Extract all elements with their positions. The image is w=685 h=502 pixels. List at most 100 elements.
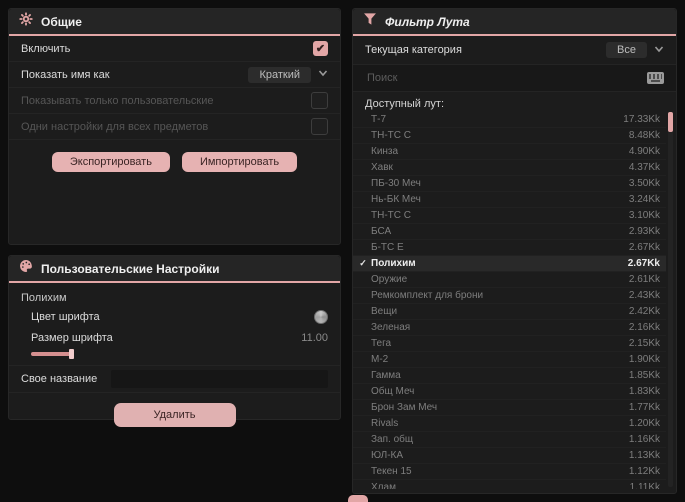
selected-check-icon: ✓ — [359, 258, 367, 268]
loot-row[interactable]: ✓ Кинза 4.90Kk — [353, 144, 666, 160]
only-custom-checkbox[interactable] — [311, 92, 328, 109]
loot-item-name: Кинза — [371, 146, 399, 157]
available-loot-label: Доступный лут: — [365, 98, 445, 110]
loot-item-name: Т-7 — [371, 114, 386, 125]
loot-item-name: Зеленая — [371, 322, 411, 333]
loot-list-scrollbar[interactable] — [668, 112, 673, 487]
export-button[interactable]: Экспортировать — [51, 151, 170, 172]
loot-row[interactable]: ✓ Вещи 2.42Kk — [353, 304, 666, 320]
loot-item-name: Оружие — [371, 274, 408, 285]
custom-settings-header: Пользовательские Настройки — [9, 256, 340, 283]
loot-row[interactable]: ✓ Зап. общ 1.16Kk — [353, 432, 666, 448]
export-import-row: Экспортировать Импортировать — [9, 140, 340, 183]
loot-item-value: 1.12Kk — [628, 466, 660, 477]
name-mode-value[interactable]: Краткий — [248, 66, 311, 83]
loot-item-value: 2.61Kk — [628, 274, 660, 285]
loot-item-value: 3.50Kk — [628, 178, 660, 189]
loot-item-value: 1.90Kk — [628, 354, 660, 365]
loot-item-name: ТН-ТС С — [371, 210, 411, 221]
same-settings-label: Одни настройки для всех предметов — [21, 120, 209, 133]
keyboard-icon[interactable] — [647, 72, 664, 84]
loot-list: ✓ Т-7 17.33Kk ✓ ТН-ТС С 8.48Kk ✓ Кинза 4… — [353, 112, 666, 489]
loot-row[interactable]: ✓ ТН-ТС С 8.48Kk — [353, 128, 666, 144]
search-input[interactable] — [365, 71, 647, 85]
loot-row[interactable]: ✓ ТН-ТС С 3.10Kk — [353, 208, 666, 224]
funnel-icon — [363, 12, 377, 31]
enable-label: Включить — [21, 42, 71, 55]
enable-checkbox[interactable]: ✔ — [313, 41, 328, 56]
search-row — [353, 65, 676, 92]
loot-item-value: 1.13Kk — [628, 450, 660, 461]
loot-item-value: 2.93Kk — [628, 226, 660, 237]
chevron-down-icon — [654, 44, 664, 57]
same-settings-checkbox[interactable] — [311, 118, 328, 135]
loot-row[interactable]: ✓ Т-7 17.33Kk — [353, 112, 666, 128]
loot-item-value: 3.10Kk — [628, 210, 660, 221]
scrollbar-thumb[interactable] — [668, 112, 673, 132]
loot-item-name: Брон Зам Меч — [371, 402, 438, 413]
category-value[interactable]: Все — [606, 42, 647, 58]
loot-row[interactable]: ✓ Тега 2.15Kk — [353, 336, 666, 352]
custom-settings-title: Пользовательские Настройки — [41, 261, 220, 276]
loot-item-name: Rivals — [371, 418, 399, 429]
loot-row[interactable]: ✓ Полихим 2.67Kk — [353, 256, 666, 272]
loot-row[interactable]: ✓ Хавк 4.37Kk — [353, 160, 666, 176]
loot-item-value: 2.16Kk — [628, 322, 660, 333]
loot-row[interactable]: ✓ Ремкомплект для брони 2.43Kk — [353, 288, 666, 304]
loot-row[interactable]: ✓ Rivals 1.20Kk — [353, 416, 666, 432]
loot-item-name: Б-ТС Е — [371, 242, 404, 253]
loot-row[interactable]: ✓ Текен 15 1.12Kk — [353, 464, 666, 480]
general-panel-header: Общие — [9, 9, 340, 36]
custom-name-label: Свое название — [21, 373, 98, 385]
loot-item-name: ПБ-30 Меч — [371, 178, 421, 189]
loot-item-value: 8.48Kk — [628, 130, 660, 141]
loot-row[interactable]: ✓ Оружие 2.61Kk — [353, 272, 666, 288]
loot-item-name: Полихим — [371, 258, 416, 269]
loot-item-value: 1.77Kk — [628, 402, 660, 413]
loot-filter-title: Фильтр Лута — [385, 14, 470, 29]
custom-name-input[interactable] — [111, 370, 328, 388]
loot-item-name: М-2 — [371, 354, 389, 365]
loot-row[interactable]: ✓ М-2 1.90Kk — [353, 352, 666, 368]
loot-item-value: 1.11Kk — [629, 482, 660, 489]
same-settings-row: Одни настройки для всех предметов — [9, 114, 340, 140]
loot-row[interactable]: ✓ Хлам 1.11Kk — [353, 480, 666, 489]
custom-settings-panel: Пользовательские Настройки Полихим Цвет … — [8, 255, 341, 427]
name-mode-select[interactable]: Краткий — [248, 66, 328, 83]
loot-item-name: Хавк — [371, 162, 393, 173]
font-size-label: Размер шрифта — [31, 332, 113, 344]
loot-row[interactable]: ✓ Б-ТС Е 2.67Kk — [353, 240, 666, 256]
font-color-label: Цвет шрифта — [31, 311, 100, 323]
category-label: Текущая категория — [365, 44, 462, 56]
loot-row[interactable]: ✓ ЮЛ-КА 1.13Kk — [353, 448, 666, 464]
only-custom-row: Показывать только пользовательские — [9, 88, 340, 114]
loot-row[interactable]: ✓ ПБ-30 Меч 3.50Kk — [353, 176, 666, 192]
delete-button[interactable]: Удалить — [113, 403, 236, 427]
loot-row[interactable]: ✓ Гамма 1.85Kk — [353, 368, 666, 384]
chevron-down-icon — [318, 68, 328, 81]
import-button[interactable]: Импортировать — [181, 151, 298, 172]
font-size-value: 11.00 — [301, 332, 328, 344]
loot-item-value: 2.43Kk — [628, 290, 660, 301]
loot-item-value: 1.16Kk — [628, 434, 660, 445]
font-size-slider[interactable] — [31, 349, 89, 359]
loot-item-value: 2.42Kk — [628, 306, 660, 317]
loot-item-name: Нь-БК Меч — [371, 194, 421, 205]
category-select[interactable]: Все — [606, 42, 664, 58]
loot-row[interactable]: ✓ БСА 2.93Kk — [353, 224, 666, 240]
enable-row: Включить ✔ — [9, 36, 340, 62]
slider-track — [31, 352, 71, 356]
loot-row[interactable]: ✓ Нь-БК Меч 3.24Kk — [353, 192, 666, 208]
loot-item-name: Тега — [371, 338, 392, 349]
loot-row[interactable]: ✓ Общ Меч 1.83Kk — [353, 384, 666, 400]
loot-row[interactable]: ✓ Брон Зам Меч 1.77Kk — [353, 400, 666, 416]
loot-row[interactable]: ✓ Зеленая 2.16Kk — [353, 320, 666, 336]
slider-handle[interactable] — [69, 349, 74, 359]
font-size-row: Размер шрифта 11.00 — [9, 328, 340, 348]
loot-item-value: 17.33Kk — [623, 114, 660, 125]
selected-item-label: Полихим — [21, 292, 67, 304]
font-color-row[interactable]: Цвет шрифта — [9, 306, 340, 328]
loot-item-value: 2.67Kk — [627, 258, 660, 269]
palette-icon — [19, 259, 33, 278]
color-wheel-icon[interactable] — [314, 310, 328, 324]
